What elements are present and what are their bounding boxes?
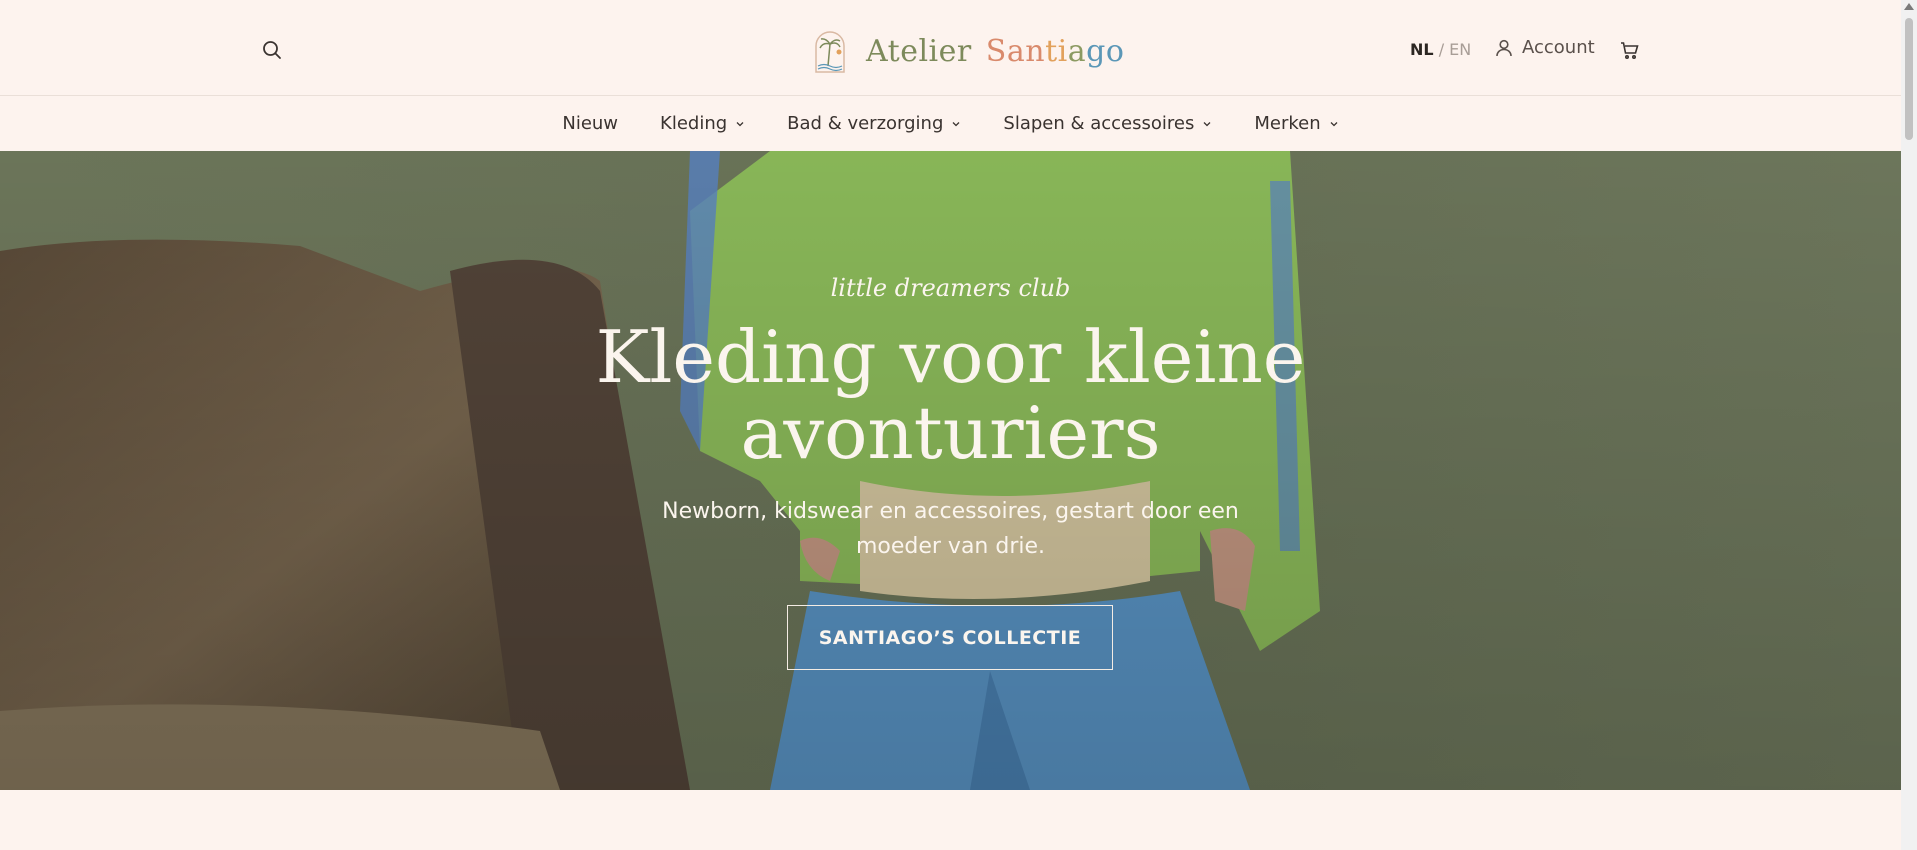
nav-item-label: Nieuw — [562, 113, 619, 134]
cart-icon[interactable] — [1618, 38, 1642, 62]
main-nav: Nieuw Kleding Bad & verzorging Slapen & … — [0, 96, 1901, 151]
brand-letter: an — [1006, 33, 1046, 69]
brand-logo[interactable]: Atelier Santiago — [812, 26, 1124, 76]
nav-item-label: Bad & verzorging — [787, 113, 944, 134]
nav-item-nieuw[interactable]: Nieuw — [562, 113, 618, 134]
nav-item-slapen-accessoires[interactable]: Slapen & accessoires — [1003, 113, 1212, 134]
user-icon — [1496, 39, 1512, 56]
hero-headline: Kleding voor kleine avonturiers — [595, 315, 1306, 475]
scrollbar-thumb[interactable] — [1905, 18, 1913, 140]
nav-item-kleding[interactable]: Kleding — [660, 113, 745, 134]
language-switcher: NL / EN — [1410, 40, 1471, 59]
hero-eyebrow: little dreamers club — [830, 274, 1071, 302]
site-header: Atelier Santiago NL / EN Account — [0, 0, 1901, 96]
nav-item-bad-verzorging[interactable]: Bad & verzorging — [787, 113, 961, 134]
nav-item-label: Merken — [1254, 113, 1321, 134]
nav-item-label: Kleding — [660, 113, 728, 134]
brand-letter: S — [985, 33, 1007, 69]
hero-banner: little dreamers club Kleding voor kleine… — [0, 151, 1901, 790]
brand-letter: go — [1086, 33, 1125, 69]
hero-content: little dreamers club Kleding voor kleine… — [0, 151, 1901, 790]
scroll-up-arrow-icon[interactable] — [1904, 3, 1914, 10]
page-scrollbar[interactable] — [1901, 0, 1917, 850]
search-icon[interactable] — [260, 38, 284, 62]
chevron-down-icon — [1203, 121, 1211, 126]
brand-word-1: Atelier — [866, 33, 972, 69]
lang-nl[interactable]: NL — [1410, 40, 1434, 59]
collection-cta-button[interactable]: SANTIAGO’S COLLECTIE — [787, 605, 1113, 670]
nav-item-merken[interactable]: Merken — [1254, 113, 1338, 134]
lang-separator: / — [1438, 40, 1445, 59]
account-label: Account — [1522, 37, 1595, 58]
chevron-down-icon — [952, 121, 960, 126]
chevron-down-icon — [736, 121, 744, 126]
nav-item-label: Slapen & accessoires — [1003, 113, 1195, 134]
chevron-down-icon — [1330, 121, 1338, 126]
brand-letter: ti — [1045, 33, 1068, 69]
brand-name: Atelier Santiago — [866, 34, 1124, 69]
account-link[interactable]: Account — [1494, 37, 1595, 58]
hero-subtitle: Newborn, kidswear en accessoires, gestar… — [662, 499, 1239, 559]
brand-letter: a — [1067, 33, 1087, 69]
palm-tree-icon — [815, 31, 845, 73]
lang-en[interactable]: EN — [1449, 40, 1471, 59]
